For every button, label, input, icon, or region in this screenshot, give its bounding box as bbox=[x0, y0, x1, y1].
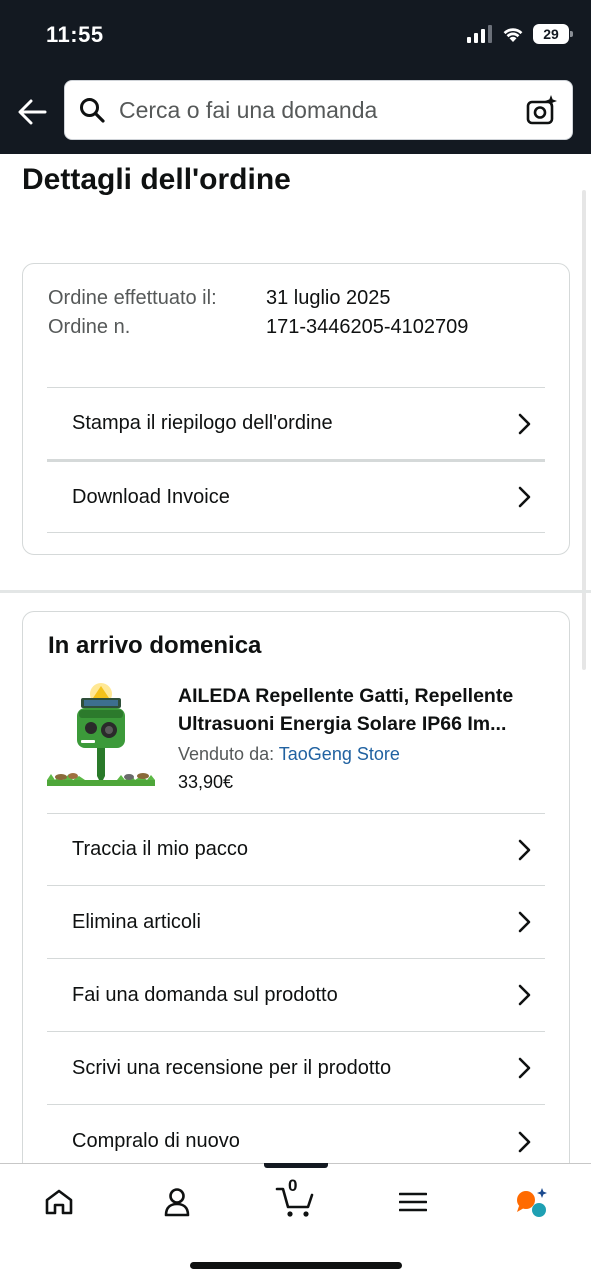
track-package-label: Traccia il mio pacco bbox=[72, 838, 248, 860]
product-price: 33,90€ bbox=[178, 772, 234, 792]
home-icon bbox=[45, 1189, 73, 1215]
seller-label: Venduto da: bbox=[178, 744, 275, 764]
delivery-status-title: In arrivo domenica bbox=[48, 632, 262, 659]
remove-items-row[interactable]: Elimina articoli bbox=[47, 886, 545, 959]
home-indicator bbox=[190, 1262, 402, 1269]
track-package-row[interactable]: Traccia il mio pacco bbox=[47, 813, 545, 886]
battery-indicator: 29 bbox=[533, 24, 573, 44]
nav-cart[interactable]: 0 bbox=[272, 1176, 318, 1222]
shipment-card: In arrivo domenica AILEDA Repellente Gat… bbox=[22, 611, 570, 1211]
chevron-right-icon bbox=[505, 404, 545, 444]
product-image[interactable] bbox=[47, 682, 155, 790]
chevron-right-icon bbox=[505, 902, 545, 942]
order-number-value: 171-3446205-4102709 bbox=[266, 316, 469, 338]
seller-link[interactable]: TaoGeng Store bbox=[279, 744, 400, 764]
nav-home[interactable] bbox=[36, 1182, 82, 1222]
account-icon bbox=[164, 1188, 190, 1217]
chevron-right-icon bbox=[505, 830, 545, 870]
write-review-label: Scrivi una recensione per il prodotto bbox=[72, 1056, 392, 1079]
camera-sparkle-icon[interactable] bbox=[526, 94, 558, 126]
back-button[interactable] bbox=[16, 96, 48, 128]
scrollbar[interactable] bbox=[582, 190, 586, 670]
status-time: 11:55 bbox=[46, 22, 104, 47]
print-summary-label: Stampa il riepilogo dell'ordine bbox=[72, 412, 333, 434]
product-info: AILEDA Repellente Gatti, Repellente Ultr… bbox=[178, 682, 550, 796]
buy-again-label: Compralo di nuovo bbox=[72, 1130, 240, 1152]
seller-line: Venduto da: TaoGeng Store bbox=[178, 740, 550, 768]
cart-active-indicator bbox=[264, 1163, 328, 1168]
cart-count: 0 bbox=[288, 1176, 298, 1195]
chevron-right-icon bbox=[505, 975, 545, 1015]
search-bar[interactable]: Cerca o fai una domanda bbox=[64, 80, 573, 140]
arrow-left-icon bbox=[18, 99, 47, 125]
nav-rufus[interactable] bbox=[508, 1182, 554, 1222]
write-review-row[interactable]: Scrivi una recensione per il prodotto bbox=[47, 1032, 545, 1105]
print-summary-row[interactable]: Stampa il riepilogo dell'ordine bbox=[47, 387, 545, 460]
page-title: Dettagli dell'ordine bbox=[22, 163, 291, 196]
search-placeholder[interactable]: Cerca o fai una domanda bbox=[119, 97, 526, 124]
search-icon bbox=[79, 96, 107, 124]
section-divider bbox=[0, 590, 591, 593]
order-placed-value: 31 luglio 2025 bbox=[266, 287, 391, 309]
download-invoice-label: Download Invoice bbox=[72, 485, 230, 508]
order-placed-label: Ordine effettuato il: bbox=[48, 287, 217, 309]
download-invoice-row[interactable]: Download Invoice bbox=[47, 460, 545, 533]
nav-account[interactable] bbox=[154, 1182, 200, 1222]
product-title-link[interactable]: AILEDA Repellente Gatti, Repellente Ultr… bbox=[178, 682, 550, 738]
chevron-right-icon bbox=[505, 477, 545, 517]
ask-question-label: Fai una domanda sul prodotto bbox=[72, 983, 338, 1006]
wifi-icon bbox=[503, 28, 523, 42]
signal-icon bbox=[467, 25, 492, 43]
status-icons: 29 bbox=[467, 24, 573, 44]
order-number-label: Ordine n. bbox=[48, 316, 131, 338]
rufus-assistant-icon bbox=[517, 1188, 547, 1217]
order-summary-card: Ordine effettuato il: Ordine n. 31 lugli… bbox=[22, 263, 570, 555]
chevron-right-icon bbox=[505, 1122, 545, 1162]
bottom-nav: 0 bbox=[0, 1163, 591, 1280]
top-bar: 11:55 29 Cerca o fai una domanda bbox=[0, 0, 591, 154]
ask-question-row[interactable]: Fai una domanda sul prodotto bbox=[47, 959, 545, 1032]
chevron-right-icon bbox=[505, 1048, 545, 1088]
nav-menu[interactable] bbox=[390, 1182, 436, 1222]
menu-icon bbox=[399, 1192, 427, 1212]
remove-items-label: Elimina articoli bbox=[72, 910, 201, 933]
